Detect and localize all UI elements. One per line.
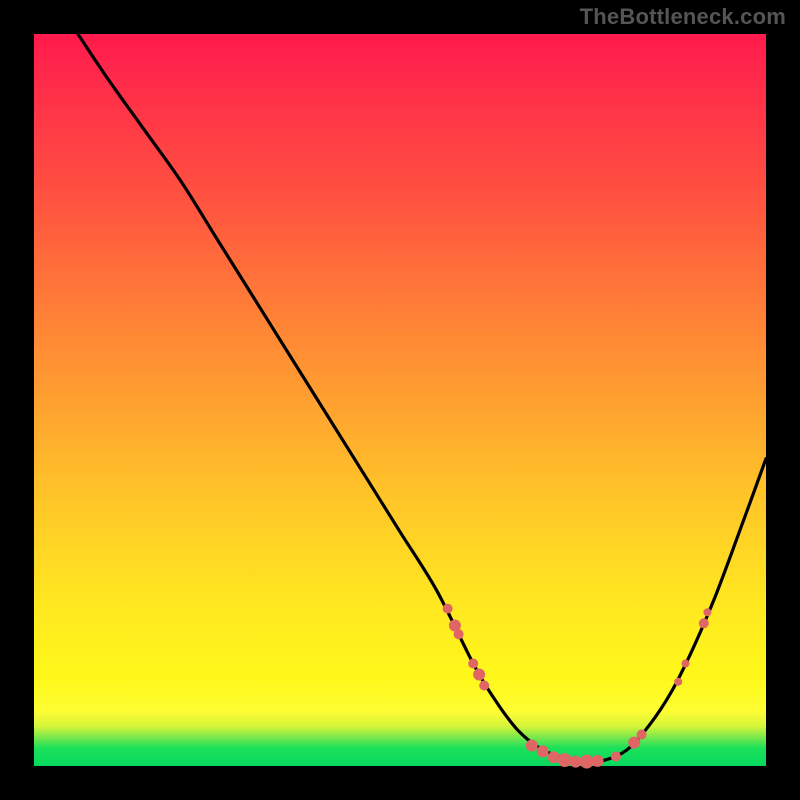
curve-marker bbox=[611, 752, 621, 762]
curve-marker bbox=[443, 604, 453, 614]
curve-marker bbox=[637, 730, 647, 740]
curve-marker bbox=[674, 678, 682, 686]
curve-marker bbox=[703, 608, 711, 616]
curve-markers bbox=[443, 604, 712, 769]
curve-marker bbox=[468, 659, 478, 669]
curve-marker bbox=[699, 618, 709, 628]
curve-marker bbox=[537, 745, 549, 757]
curve-marker bbox=[479, 681, 489, 691]
bottleneck-curve bbox=[78, 34, 766, 762]
curve-marker bbox=[580, 755, 594, 769]
curve-marker bbox=[628, 737, 640, 749]
chart-frame: TheBottleneck.com bbox=[0, 0, 800, 800]
curve-marker bbox=[682, 660, 690, 668]
curve-svg bbox=[34, 34, 766, 766]
curve-marker bbox=[592, 755, 604, 767]
curve-marker bbox=[473, 669, 485, 681]
curve-marker bbox=[454, 629, 464, 639]
curve-marker bbox=[558, 753, 572, 767]
curve-marker bbox=[526, 740, 538, 752]
gradient-plot-area bbox=[34, 34, 766, 766]
watermark-text: TheBottleneck.com bbox=[580, 4, 786, 30]
